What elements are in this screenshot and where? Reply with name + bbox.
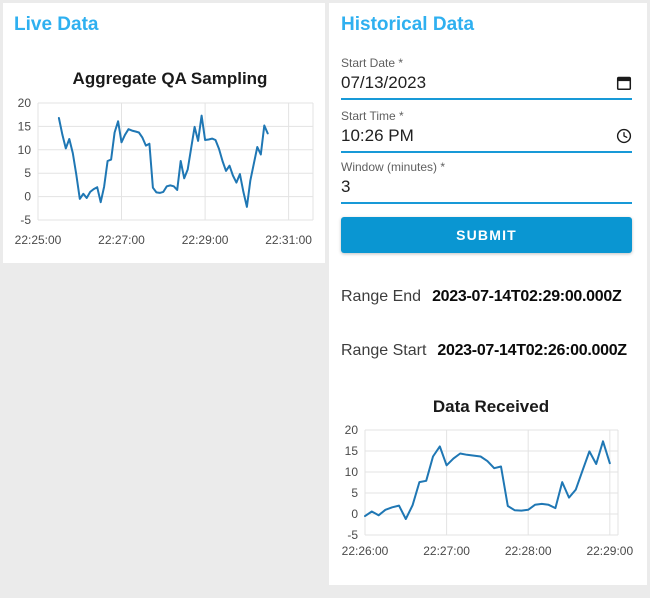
svg-text:10: 10	[345, 465, 359, 479]
svg-text:Aggregate QA Sampling: Aggregate QA Sampling	[73, 69, 268, 88]
range-start-row: Range Start 2023-07-14T02:26:00.000Z	[341, 342, 627, 360]
svg-text:15: 15	[18, 119, 32, 133]
range-start-value: 2023-07-14T02:26:00.000Z	[437, 342, 627, 359]
submit-button[interactable]: SUBMIT	[341, 217, 632, 253]
svg-text:22:31:00: 22:31:00	[265, 233, 312, 247]
start-time-label: Start Time *	[341, 109, 404, 123]
window-minutes-label: Window (minutes) *	[341, 160, 446, 174]
range-end-row: Range End 2023-07-14T02:29:00.000Z	[341, 288, 622, 306]
start-time-input[interactable]	[341, 126, 616, 146]
svg-text:-5: -5	[20, 213, 31, 227]
range-end-value: 2023-07-14T02:29:00.000Z	[432, 288, 622, 305]
svg-text:22:29:00: 22:29:00	[182, 233, 229, 247]
svg-text:15: 15	[345, 444, 359, 458]
svg-text:22:26:00: 22:26:00	[342, 544, 389, 558]
live-data-title: Live Data	[14, 14, 99, 35]
calendar-icon[interactable]	[616, 75, 632, 91]
clock-icon[interactable]	[616, 128, 632, 144]
svg-text:Data Received: Data Received	[433, 397, 549, 416]
historical-data-title: Historical Data	[341, 14, 475, 35]
svg-text:10: 10	[18, 143, 32, 157]
svg-text:-5: -5	[347, 528, 358, 542]
window-minutes-input[interactable]	[341, 177, 632, 197]
svg-text:22:25:00: 22:25:00	[15, 233, 62, 247]
start-date-field: Start Date *	[341, 56, 632, 100]
live-chart: 20 15 10 5 0 -5 22:25:00 22:27:00 22:29:00 22:31:…	[15, 69, 314, 247]
range-start-label: Range Start	[341, 342, 427, 359]
historical-data-panel: 20 15 10 5 0 -5 22:26:00 22:27:00 22:28:00 22:29:…	[329, 3, 647, 585]
start-date-label: Start Date *	[341, 56, 404, 70]
svg-text:22:28:00: 22:28:00	[505, 544, 552, 558]
start-time-field: Start Time *	[341, 109, 632, 153]
svg-text:22:29:00: 22:29:00	[586, 544, 633, 558]
start-date-input[interactable]	[341, 73, 616, 93]
live-data-panel: Live Data 20 15 10 5 0 -5 22:25:00 22:27:00 22:2…	[3, 3, 325, 263]
svg-text:22:27:00: 22:27:00	[423, 544, 470, 558]
range-end-label: Range End	[341, 288, 422, 305]
svg-text:20: 20	[18, 96, 32, 110]
svg-text:5: 5	[24, 166, 31, 180]
svg-text:0: 0	[351, 507, 358, 521]
window-minutes-field: Window (minutes) *	[341, 160, 632, 204]
svg-text:22:27:00: 22:27:00	[98, 233, 145, 247]
svg-text:20: 20	[345, 423, 359, 437]
svg-text:5: 5	[351, 486, 358, 500]
svg-text:0: 0	[24, 190, 31, 204]
